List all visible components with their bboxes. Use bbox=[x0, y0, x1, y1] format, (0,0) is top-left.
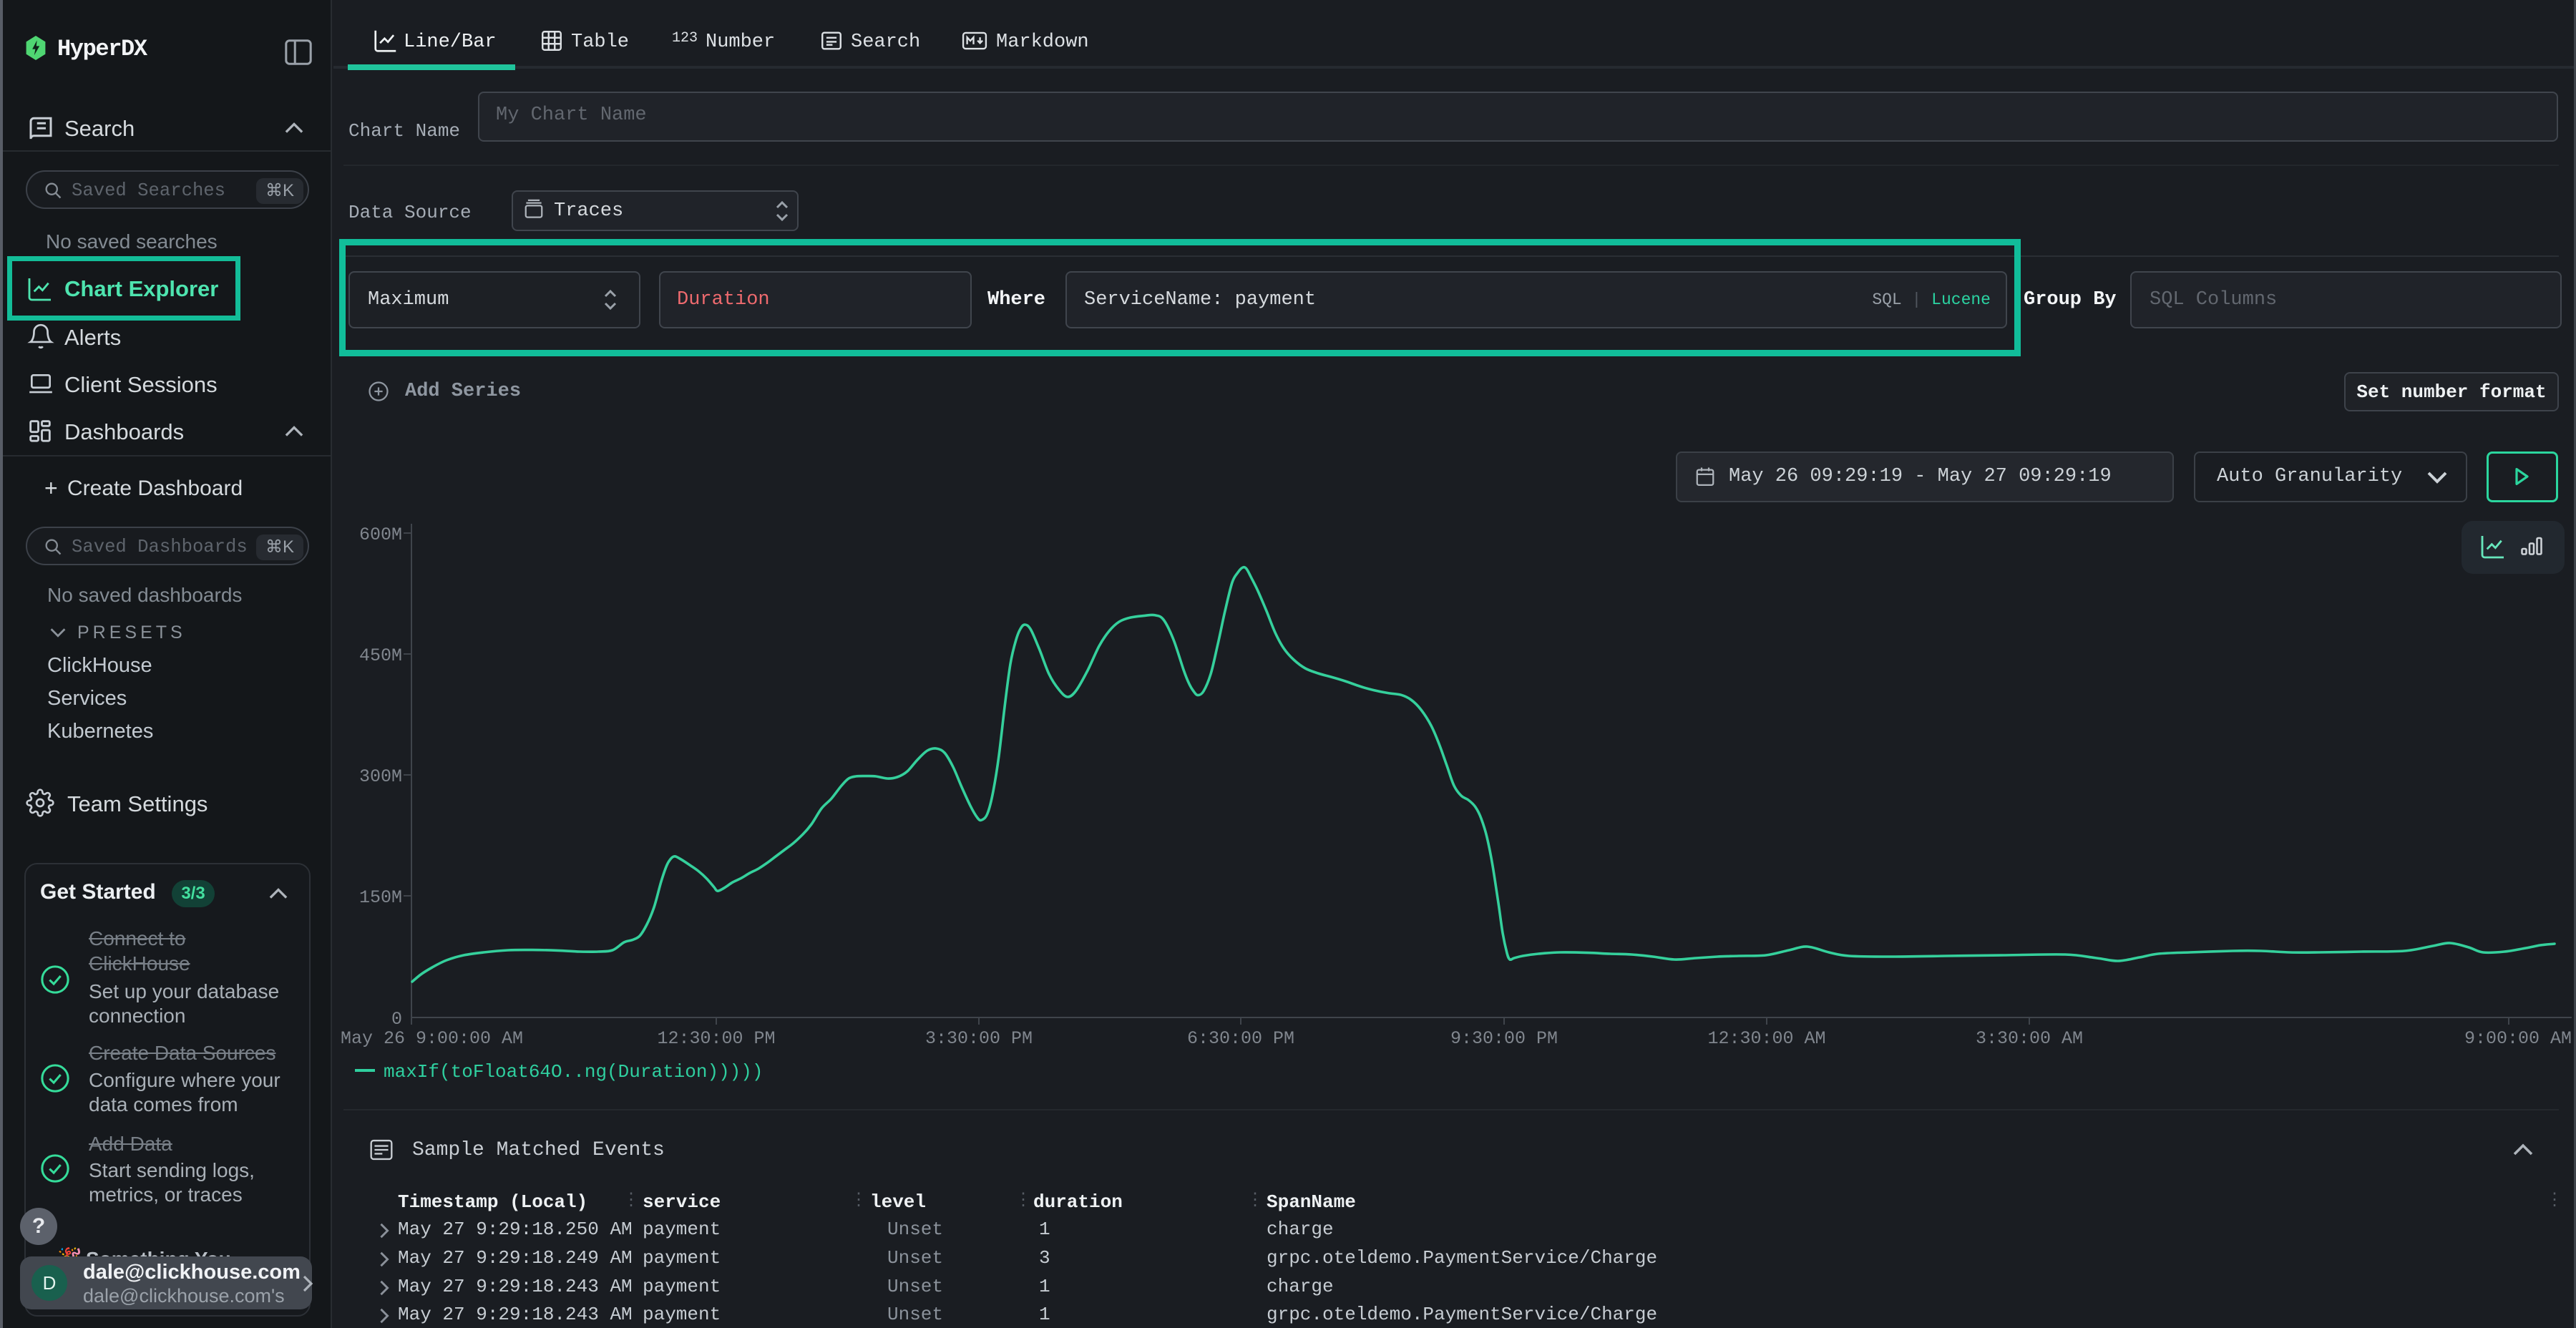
svg-text:0: 0 bbox=[391, 1009, 402, 1030]
svg-text:12:30:00 AM: 12:30:00 AM bbox=[1707, 1028, 1825, 1049]
svg-text:6:30:00 PM: 6:30:00 PM bbox=[1187, 1028, 1294, 1049]
svg-text:300M: 300M bbox=[359, 766, 402, 787]
svg-text:450M: 450M bbox=[359, 645, 402, 666]
svg-text:3:30:00 AM: 3:30:00 AM bbox=[1976, 1028, 2083, 1049]
svg-text:150M: 150M bbox=[359, 887, 402, 908]
svg-text:600M: 600M bbox=[359, 524, 402, 545]
svg-text:maxIf(toFloat64O..ng(Duration): maxIf(toFloat64O..ng(Duration))))) bbox=[384, 1061, 763, 1083]
svg-text:3:30:00 PM: 3:30:00 PM bbox=[925, 1028, 1033, 1049]
svg-text:May 26 9:00:00 AM: May 26 9:00:00 AM bbox=[341, 1028, 523, 1049]
svg-text:12:30:00 PM: 12:30:00 PM bbox=[657, 1028, 775, 1049]
svg-text:9:00:00 AM: 9:00:00 AM bbox=[2464, 1028, 2572, 1049]
svg-text:9:30:00 PM: 9:30:00 PM bbox=[1450, 1028, 1558, 1049]
